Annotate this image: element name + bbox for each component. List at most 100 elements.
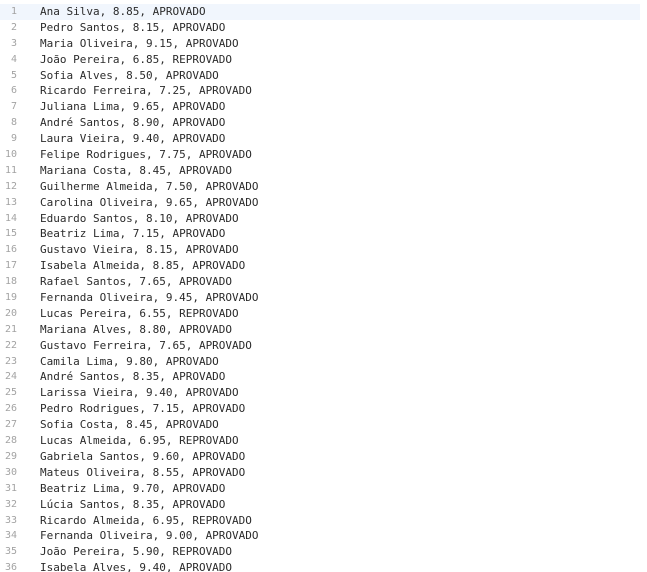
line-text[interactable]: Fernanda Oliveira, 9.45, APROVADO: [40, 290, 259, 306]
editor-line[interactable]: 31 Beatriz Lima, 9.70, APROVADO: [0, 481, 647, 497]
editor-line[interactable]: 3 Maria Oliveira, 9.15, APROVADO: [0, 36, 647, 52]
editor-line[interactable]: 10 Felipe Rodrigues, 7.75, APROVADO: [0, 147, 647, 163]
line-text[interactable]: Isabela Almeida, 8.85, APROVADO: [40, 258, 245, 274]
editor-line[interactable]: 32 Lúcia Santos, 8.35, APROVADO: [0, 497, 647, 513]
line-text[interactable]: Pedro Rodrigues, 7.15, APROVADO: [40, 401, 245, 417]
editor-line[interactable]: 28 Lucas Almeida, 6.95, REPROVADO: [0, 433, 647, 449]
line-text[interactable]: Ricardo Ferreira, 7.25, APROVADO: [40, 83, 252, 99]
line-text[interactable]: Mariana Alves, 8.80, APROVADO: [40, 322, 232, 338]
line-number: 32: [4, 498, 17, 510]
line-text[interactable]: Ana Silva, 8.85, APROVADO: [40, 4, 206, 20]
line-text[interactable]: Beatriz Lima, 7.15, APROVADO: [40, 226, 225, 242]
line-number: 27: [4, 419, 17, 431]
line-number: 26: [4, 403, 17, 415]
line-text[interactable]: João Pereira, 5.90, REPROVADO: [40, 544, 232, 560]
line-number: 30: [4, 466, 17, 478]
line-text[interactable]: Fernanda Oliveira, 9.00, APROVADO: [40, 528, 259, 544]
line-number: 21: [4, 323, 17, 335]
line-number: 10: [4, 149, 17, 161]
editor-line[interactable]: 21 Mariana Alves, 8.80, APROVADO: [0, 322, 647, 338]
editor-line[interactable]: 36 Isabela Alves, 9.40, APROVADO: [0, 560, 647, 572]
line-text[interactable]: Lúcia Santos, 8.35, APROVADO: [40, 497, 225, 513]
line-number: 4: [10, 53, 17, 65]
editor-line[interactable]: 12 Guilherme Almeida, 7.50, APROVADO: [0, 179, 647, 195]
editor-line[interactable]: 24 André Santos, 8.35, APROVADO: [0, 369, 647, 385]
editor-line[interactable]: 35 João Pereira, 5.90, REPROVADO: [0, 544, 647, 560]
editor-line[interactable]: 23 Camila Lima, 9.80, APROVADO: [0, 354, 647, 370]
line-text[interactable]: Mateus Oliveira, 8.55, APROVADO: [40, 465, 245, 481]
line-text[interactable]: Felipe Rodrigues, 7.75, APROVADO: [40, 147, 252, 163]
editor-line[interactable]: 34 Fernanda Oliveira, 9.00, APROVADO: [0, 528, 647, 544]
editor-line[interactable]: 16 Gustavo Vieira, 8.15, APROVADO: [0, 242, 647, 258]
line-text[interactable]: André Santos, 8.35, APROVADO: [40, 369, 225, 385]
line-text[interactable]: Ricardo Almeida, 6.95, REPROVADO: [40, 513, 252, 529]
line-number: 28: [4, 435, 17, 447]
line-number: 3: [10, 37, 17, 49]
editor-line[interactable]: 22 Gustavo Ferreira, 7.65, APROVADO: [0, 338, 647, 354]
editor-line[interactable]: 4 João Pereira, 6.85, REPROVADO: [0, 52, 647, 68]
line-number: 9: [10, 133, 17, 145]
editor-line[interactable]: 6 Ricardo Ferreira, 7.25, APROVADO: [0, 83, 647, 99]
editor-line[interactable]: 11 Mariana Costa, 8.45, APROVADO: [0, 163, 647, 179]
line-text[interactable]: Sofia Alves, 8.50, APROVADO: [40, 68, 219, 84]
line-number: 5: [10, 69, 17, 81]
line-number: 25: [4, 387, 17, 399]
line-text[interactable]: Camila Lima, 9.80, APROVADO: [40, 354, 219, 370]
line-text[interactable]: Isabela Alves, 9.40, APROVADO: [40, 560, 232, 572]
editor-line[interactable]: 7 Juliana Lima, 9.65, APROVADO: [0, 99, 647, 115]
editor-line[interactable]: 8 André Santos, 8.90, APROVADO: [0, 115, 647, 131]
editor-line[interactable]: 33 Ricardo Almeida, 6.95, REPROVADO: [0, 513, 647, 529]
editor-line[interactable]: 1 Ana Silva, 8.85, APROVADO: [0, 4, 640, 20]
line-text[interactable]: Rafael Santos, 7.65, APROVADO: [40, 274, 232, 290]
line-text[interactable]: João Pereira, 6.85, REPROVADO: [40, 52, 232, 68]
line-number: 2: [10, 21, 17, 33]
editor-line[interactable]: 25 Larissa Vieira, 9.40, APROVADO: [0, 385, 647, 401]
line-number: 23: [4, 355, 17, 367]
line-number: 19: [4, 292, 17, 304]
line-text[interactable]: Beatriz Lima, 9.70, APROVADO: [40, 481, 225, 497]
editor-line[interactable]: 29 Gabriela Santos, 9.60, APROVADO: [0, 449, 647, 465]
line-text[interactable]: Lucas Pereira, 6.55, REPROVADO: [40, 306, 239, 322]
editor-line[interactable]: 15 Beatriz Lima, 7.15, APROVADO: [0, 226, 647, 242]
line-number: 33: [4, 514, 17, 526]
text-editor[interactable]: 1 Ana Silva, 8.85, APROVADO 2 Pedro Santos,…: [0, 0, 647, 572]
line-number: 22: [4, 339, 17, 351]
line-number: 12: [4, 180, 17, 192]
line-number: 29: [4, 450, 17, 462]
line-text[interactable]: Gustavo Vieira, 8.15, APROVADO: [40, 242, 239, 258]
line-number: 7: [10, 101, 17, 113]
line-text[interactable]: Sofia Costa, 8.45, APROVADO: [40, 417, 219, 433]
line-number: 11: [4, 164, 17, 176]
editor-line[interactable]: 30 Mateus Oliveira, 8.55, APROVADO: [0, 465, 647, 481]
editor-lines: 1 Ana Silva, 8.85, APROVADO 2 Pedro Santos,…: [0, 4, 647, 572]
editor-line[interactable]: 14 Eduardo Santos, 8.10, APROVADO: [0, 211, 647, 227]
line-text[interactable]: Juliana Lima, 9.65, APROVADO: [40, 99, 225, 115]
editor-line[interactable]: 17 Isabela Almeida, 8.85, APROVADO: [0, 258, 647, 274]
line-text[interactable]: Larissa Vieira, 9.40, APROVADO: [40, 385, 239, 401]
line-text[interactable]: Gustavo Ferreira, 7.65, APROVADO: [40, 338, 252, 354]
line-text[interactable]: André Santos, 8.90, APROVADO: [40, 115, 225, 131]
line-text[interactable]: Maria Oliveira, 9.15, APROVADO: [40, 36, 239, 52]
line-number: 18: [4, 276, 17, 288]
editor-line[interactable]: 13 Carolina Oliveira, 9.65, APROVADO: [0, 195, 647, 211]
editor-line[interactable]: 20 Lucas Pereira, 6.55, REPROVADO: [0, 306, 647, 322]
line-text[interactable]: Mariana Costa, 8.45, APROVADO: [40, 163, 232, 179]
line-text[interactable]: Pedro Santos, 8.15, APROVADO: [40, 20, 225, 36]
editor-line[interactable]: 26 Pedro Rodrigues, 7.15, APROVADO: [0, 401, 647, 417]
editor-line[interactable]: 18 Rafael Santos, 7.65, APROVADO: [0, 274, 647, 290]
editor-line[interactable]: 9 Laura Vieira, 9.40, APROVADO: [0, 131, 647, 147]
line-text[interactable]: Eduardo Santos, 8.10, APROVADO: [40, 211, 239, 227]
line-number: 13: [4, 196, 17, 208]
line-number: 34: [4, 530, 17, 542]
editor-line[interactable]: 2 Pedro Santos, 8.15, APROVADO: [0, 20, 647, 36]
line-text[interactable]: Gabriela Santos, 9.60, APROVADO: [40, 449, 245, 465]
line-text[interactable]: Carolina Oliveira, 9.65, APROVADO: [40, 195, 259, 211]
editor-line[interactable]: 19 Fernanda Oliveira, 9.45, APROVADO: [0, 290, 647, 306]
editor-line[interactable]: 27 Sofia Costa, 8.45, APROVADO: [0, 417, 647, 433]
line-text[interactable]: Guilherme Almeida, 7.50, APROVADO: [40, 179, 259, 195]
line-number: 1: [10, 6, 17, 17]
line-number: 8: [10, 117, 17, 129]
line-text[interactable]: Laura Vieira, 9.40, APROVADO: [40, 131, 225, 147]
line-text[interactable]: Lucas Almeida, 6.95, REPROVADO: [40, 433, 239, 449]
editor-line[interactable]: 5 Sofia Alves, 8.50, APROVADO: [0, 68, 647, 84]
